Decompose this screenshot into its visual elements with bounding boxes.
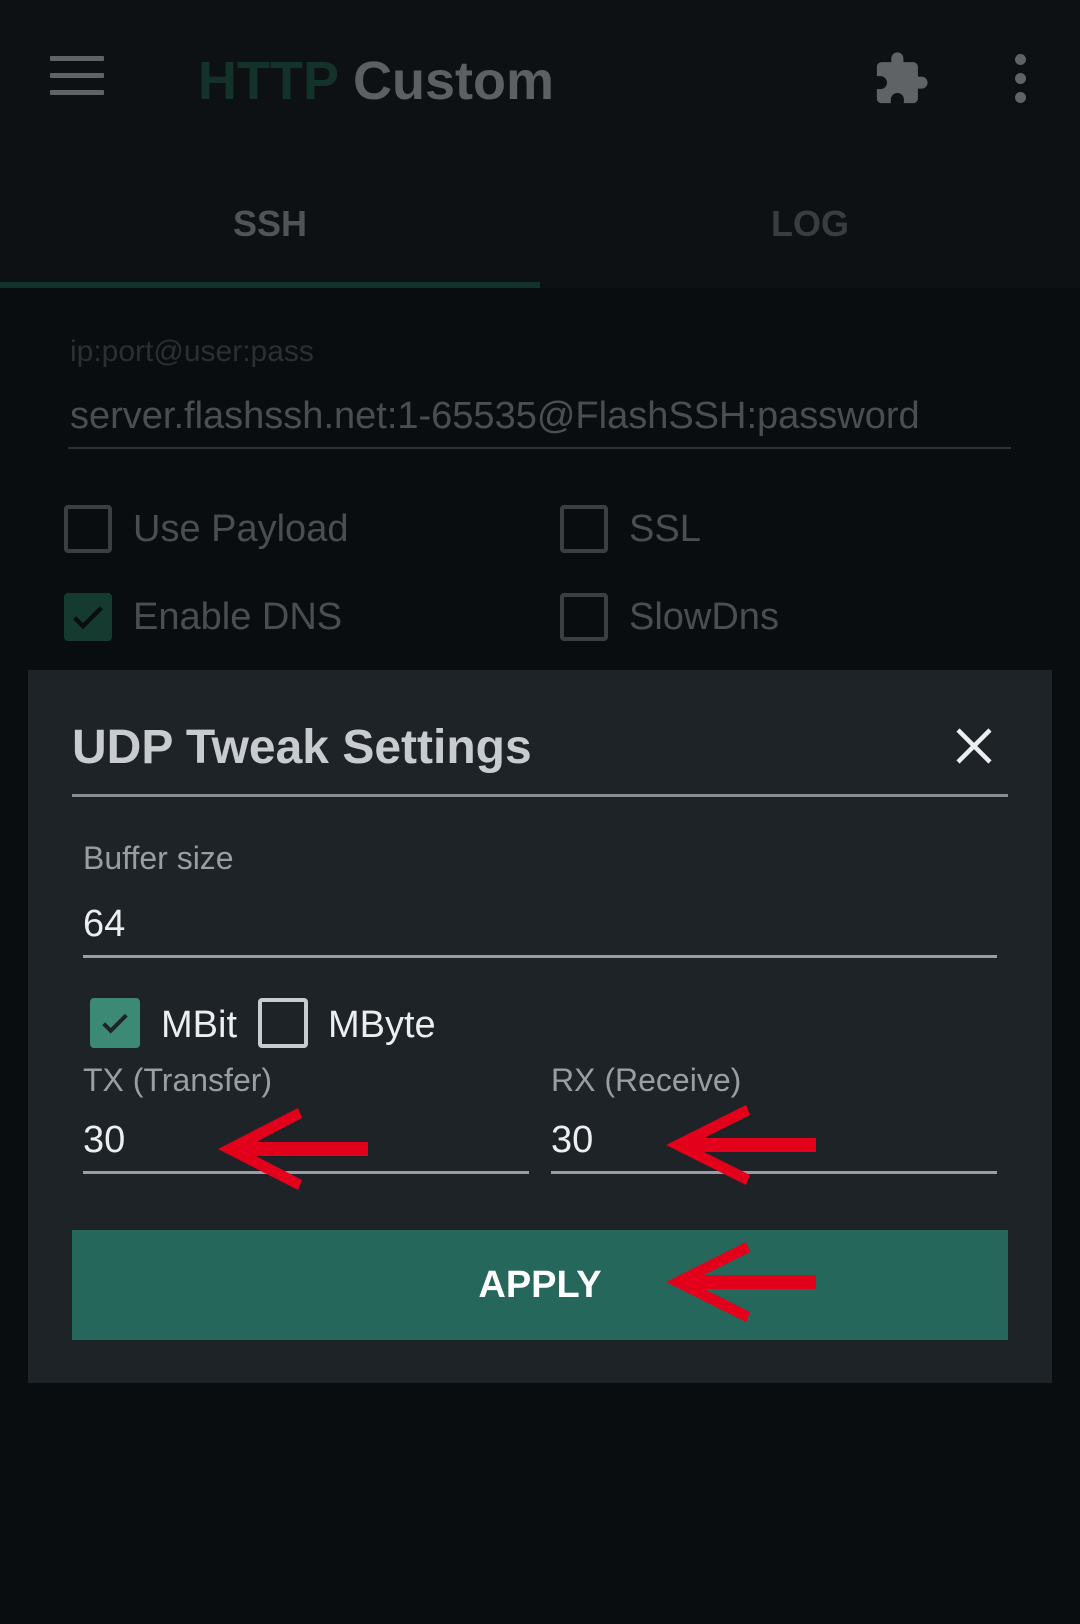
- mbyte-checkbox[interactable]: [258, 998, 308, 1048]
- arrow-left-icon: [666, 1242, 816, 1322]
- ssl-checkbox[interactable]: [560, 505, 608, 553]
- tab-log[interactable]: LOG: [540, 160, 1080, 288]
- tab-indicator: [0, 282, 540, 288]
- use-payload-label: Use Payload: [133, 508, 349, 550]
- app-title-custom: Custom: [353, 51, 555, 111]
- config-underline: [68, 447, 1011, 449]
- slowdns-checkbox[interactable]: [560, 593, 608, 641]
- ssl-label: SSL: [629, 508, 701, 550]
- puzzle-piece-icon[interactable]: [872, 50, 930, 108]
- arrow-left-icon: [666, 1105, 816, 1185]
- three-dot-vertical-icon[interactable]: [1008, 54, 1032, 104]
- arrow-left-icon: [218, 1108, 368, 1190]
- enable-dns-checkbox[interactable]: [64, 593, 112, 641]
- dialog-title: UDP Tweak Settings: [72, 721, 532, 774]
- tab-bar: SSH LOG: [0, 160, 1080, 288]
- tab-ssh[interactable]: SSH: [0, 160, 540, 288]
- close-x-icon[interactable]: [954, 726, 994, 766]
- tx-label: TX (Transfer): [83, 1062, 273, 1098]
- config-hint: ip:port@user:pass: [70, 335, 314, 368]
- rx-label: RX (Receive): [551, 1062, 742, 1098]
- mbyte-label: MByte: [328, 1004, 436, 1046]
- apply-button[interactable]: APPLY: [72, 1230, 1008, 1340]
- checkmark-icon: [73, 606, 103, 630]
- mbit-checkbox[interactable]: [90, 998, 140, 1048]
- slowdns-label: SlowDns: [629, 596, 779, 638]
- app-bar: HTTP Custom: [0, 0, 1080, 160]
- buffer-size-input[interactable]: [83, 900, 997, 958]
- app-title-http: HTTP: [198, 51, 339, 111]
- config-input[interactable]: server.flashssh.net:1-65535@FlashSSH:pas…: [70, 395, 920, 438]
- enable-dns-label: Enable DNS: [133, 596, 343, 638]
- buffer-size-label: Buffer size: [83, 840, 234, 876]
- hamburger-menu-icon[interactable]: [50, 56, 104, 96]
- udp-tweak-dialog: UDP Tweak Settings Buffer size MBit MByt…: [28, 670, 1052, 1383]
- dialog-title-divider: [72, 794, 1008, 797]
- checkmark-icon: [102, 1013, 128, 1034]
- app-title: HTTP Custom: [198, 50, 554, 112]
- mbit-label: MBit: [161, 1004, 237, 1046]
- use-payload-checkbox[interactable]: [64, 505, 112, 553]
